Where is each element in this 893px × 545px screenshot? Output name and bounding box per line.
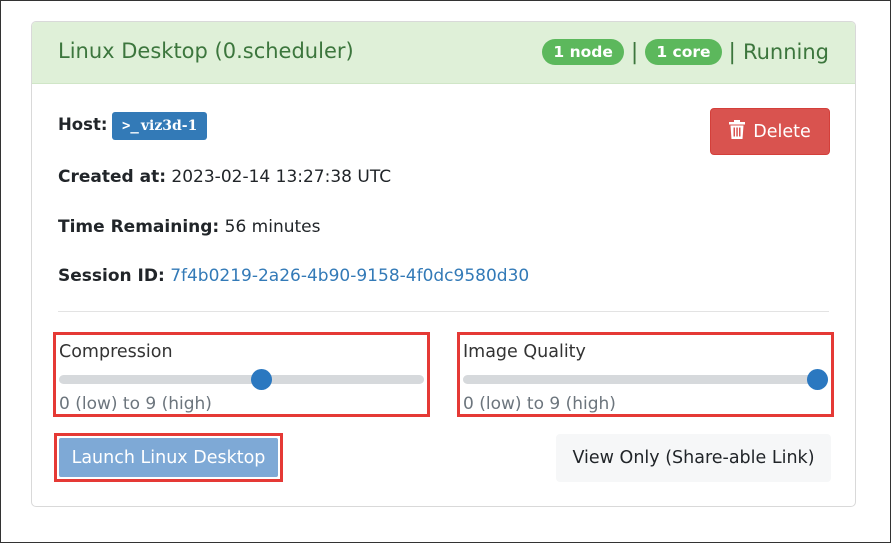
status-separator: | [630, 39, 639, 65]
image-quality-control: Image Quality 0 (low) to 9 (high) [457, 332, 834, 417]
nodes-badge: 1 node [542, 39, 624, 65]
session-card: Linux Desktop (0.scheduler) 1 node | 1 c… [31, 21, 856, 507]
launch-desktop-button[interactable]: Launch Linux Desktop [59, 438, 278, 477]
status-separator: | [728, 39, 736, 65]
image-quality-hint: 0 (low) to 9 (high) [463, 394, 616, 414]
host-name: viz3d-1 [140, 118, 198, 134]
session-card-header: Linux Desktop (0.scheduler) 1 node | 1 c… [32, 22, 855, 84]
compression-label: Compression [59, 342, 173, 362]
time-remaining-value: 56 minutes [224, 217, 321, 237]
compression-control: Compression 0 (low) to 9 (high) [53, 332, 430, 417]
image-quality-label: Image Quality [463, 342, 586, 362]
created-at-label: Created at: [58, 167, 167, 187]
view-only-button[interactable]: View Only (Share-able Link) [556, 434, 831, 482]
session-title: Linux Desktop (0.scheduler) [58, 39, 354, 63]
host-label: Host: [58, 115, 108, 134]
compression-slider-thumb[interactable] [250, 369, 272, 390]
image-quality-slider[interactable] [463, 369, 828, 390]
trash-icon [729, 119, 746, 144]
section-divider [58, 311, 829, 312]
created-at-value: 2023-02-14 13:27:38 UTC [171, 167, 392, 187]
compression-slider[interactable] [59, 369, 424, 390]
session-id-link[interactable]: 7f4b0219-2a26-4b90-9158-4f0dc9580d30 [170, 266, 529, 286]
terminal-icon: >_ [122, 118, 139, 134]
image-quality-slider-thumb[interactable] [807, 369, 828, 390]
session-id-label: Session ID: [58, 266, 165, 286]
compression-hint: 0 (low) to 9 (high) [59, 394, 212, 414]
session-status: 1 node | 1 core | Running [542, 39, 829, 65]
time-remaining-row: Time Remaining: 56 minutes [58, 217, 320, 237]
delete-button[interactable]: Delete [710, 108, 830, 155]
status-text: Running [742, 40, 829, 64]
time-remaining-label: Time Remaining: [58, 217, 220, 237]
delete-label: Delete [753, 121, 811, 142]
created-at-row: Created at: 2023-02-14 13:27:38 UTC [58, 167, 391, 187]
cores-badge: 1 core [645, 39, 722, 65]
session-id-row: Session ID: 7f4b0219-2a26-4b90-9158-4f0d… [58, 266, 529, 286]
launch-highlight: Launch Linux Desktop [54, 433, 283, 482]
host-badge[interactable]: >_ viz3d-1 [112, 112, 208, 140]
